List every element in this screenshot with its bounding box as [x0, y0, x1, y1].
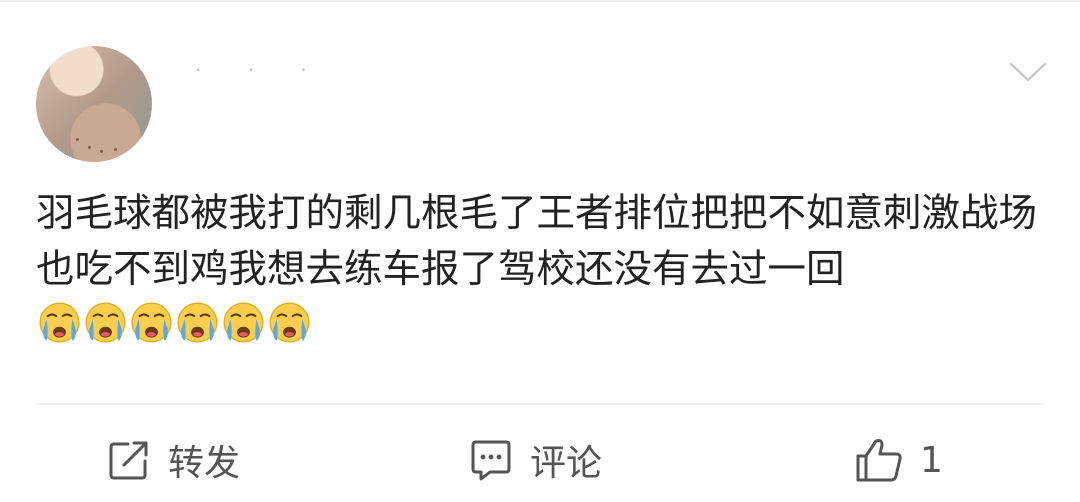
avatar-detail — [76, 138, 79, 141]
thumbs-up-icon — [854, 436, 904, 484]
comment-icon — [468, 437, 514, 483]
crying-face-emoji — [177, 302, 218, 343]
avatar-detail — [88, 146, 91, 149]
post-text: 羽毛球都被我打的剩几根毛了王者排位把把不如意刺激战场也吃不到鸡我想去练车报了驾校… — [36, 191, 1038, 292]
emoji-row — [38, 301, 311, 344]
avatar-detail — [114, 148, 117, 151]
avatar[interactable] — [36, 46, 152, 162]
like-count: 1 — [920, 439, 943, 481]
post-content: 羽毛球都被我打的剩几根毛了王者排位把把不如意刺激战场也吃不到鸡我想去练车报了驾校… — [36, 186, 1044, 354]
top-divider — [0, 0, 1080, 2]
like-button[interactable]: 1 — [854, 436, 943, 484]
crying-face-emoji — [223, 302, 264, 343]
forward-label: 转发 — [168, 443, 241, 484]
crying-face-emoji — [131, 302, 172, 343]
avatar-detail — [100, 150, 103, 153]
crying-face-emoji — [85, 302, 126, 343]
crying-face-emoji — [39, 302, 80, 343]
username[interactable]: · · · — [195, 58, 327, 82]
crying-face-emoji — [269, 302, 310, 343]
chevron-down-icon[interactable] — [1008, 58, 1048, 86]
forward-button[interactable]: 转发 — [106, 436, 240, 484]
comment-label: 评论 — [530, 443, 603, 484]
share-icon — [106, 437, 152, 483]
weibo-post: · · · 羽毛球都被我打的剩几根毛了王者排位把把不如意刺激战场也吃不到鸡我想去… — [0, 0, 1080, 502]
comment-button[interactable]: 评论 — [468, 436, 602, 484]
action-divider — [36, 403, 1044, 405]
